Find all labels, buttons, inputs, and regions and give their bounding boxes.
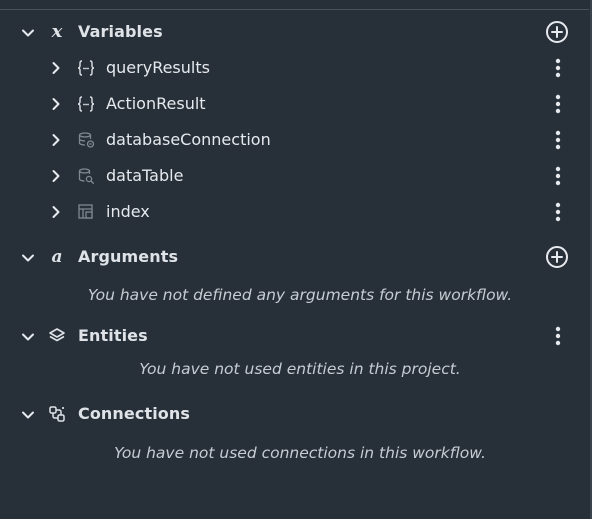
variables-title: Variables — [78, 22, 163, 41]
entities-title: Entities — [78, 326, 148, 345]
argument-a-icon: a — [51, 246, 63, 267]
chevron-down-icon[interactable] — [20, 407, 36, 423]
variable-more-button[interactable] — [548, 56, 568, 80]
variable-more-button[interactable] — [548, 128, 568, 152]
chevron-down-icon[interactable] — [20, 250, 36, 266]
variable-x-icon: x — [51, 21, 63, 42]
chevron-right-icon[interactable] — [48, 204, 64, 220]
variable-more-button[interactable] — [548, 164, 568, 188]
add-variable-button[interactable] — [545, 20, 569, 44]
variable-label: index — [106, 202, 150, 221]
connections-section-header[interactable]: Connections — [0, 399, 592, 429]
database-connection-icon — [76, 130, 96, 150]
variable-row-ActionResult[interactable]: ActionResult — [0, 89, 592, 119]
kebab-menu-icon — [555, 58, 561, 78]
top-divider — [0, 9, 589, 10]
entities-more-button[interactable] — [548, 324, 568, 348]
chevron-down-icon[interactable] — [20, 329, 36, 345]
chevron-right-icon[interactable] — [48, 132, 64, 148]
arguments-title: Arguments — [78, 247, 179, 266]
variable-label: queryResults — [106, 58, 210, 77]
variable-row-queryResults[interactable]: queryResults — [0, 53, 592, 83]
connections-empty-message: You have not used connections in this wo… — [114, 444, 486, 462]
arguments-empty-message: You have not defined any arguments for t… — [87, 286, 513, 304]
plus-circle-icon — [546, 21, 568, 43]
plus-circle-icon — [546, 246, 568, 268]
connections-icon — [48, 405, 66, 423]
kebab-menu-icon — [555, 94, 561, 114]
entities-empty-message: You have not used entities in this proje… — [139, 360, 461, 378]
chevron-right-icon[interactable] — [48, 168, 64, 184]
kebab-menu-icon — [555, 166, 561, 186]
variable-more-button[interactable] — [548, 200, 568, 224]
variable-label: ActionResult — [106, 94, 206, 113]
variable-label: dataTable — [106, 166, 184, 185]
kebab-menu-icon — [555, 202, 561, 222]
curly-braces-icon — [76, 58, 96, 78]
variable-more-button[interactable] — [548, 92, 568, 116]
chevron-right-icon[interactable] — [48, 60, 64, 76]
layers-icon — [48, 327, 66, 345]
entities-section-header[interactable]: Entities — [0, 321, 592, 351]
table-index-icon — [76, 202, 96, 222]
chevron-down-icon[interactable] — [20, 25, 36, 41]
kebab-menu-icon — [555, 326, 561, 346]
variable-row-index[interactable]: index — [0, 197, 592, 227]
chevron-right-icon[interactable] — [48, 96, 64, 112]
add-argument-button[interactable] — [545, 245, 569, 269]
connections-title: Connections — [78, 404, 190, 423]
curly-braces-icon — [76, 94, 96, 114]
variable-row-databaseConnection[interactable]: databaseConnection — [0, 125, 592, 155]
variable-row-dataTable[interactable]: dataTable — [0, 161, 592, 191]
variables-section-header[interactable]: x Variables — [0, 17, 592, 47]
data-table-search-icon — [76, 166, 96, 186]
variable-label: databaseConnection — [106, 130, 271, 149]
arguments-section-header[interactable]: a Arguments — [0, 242, 592, 272]
kebab-menu-icon — [555, 130, 561, 150]
